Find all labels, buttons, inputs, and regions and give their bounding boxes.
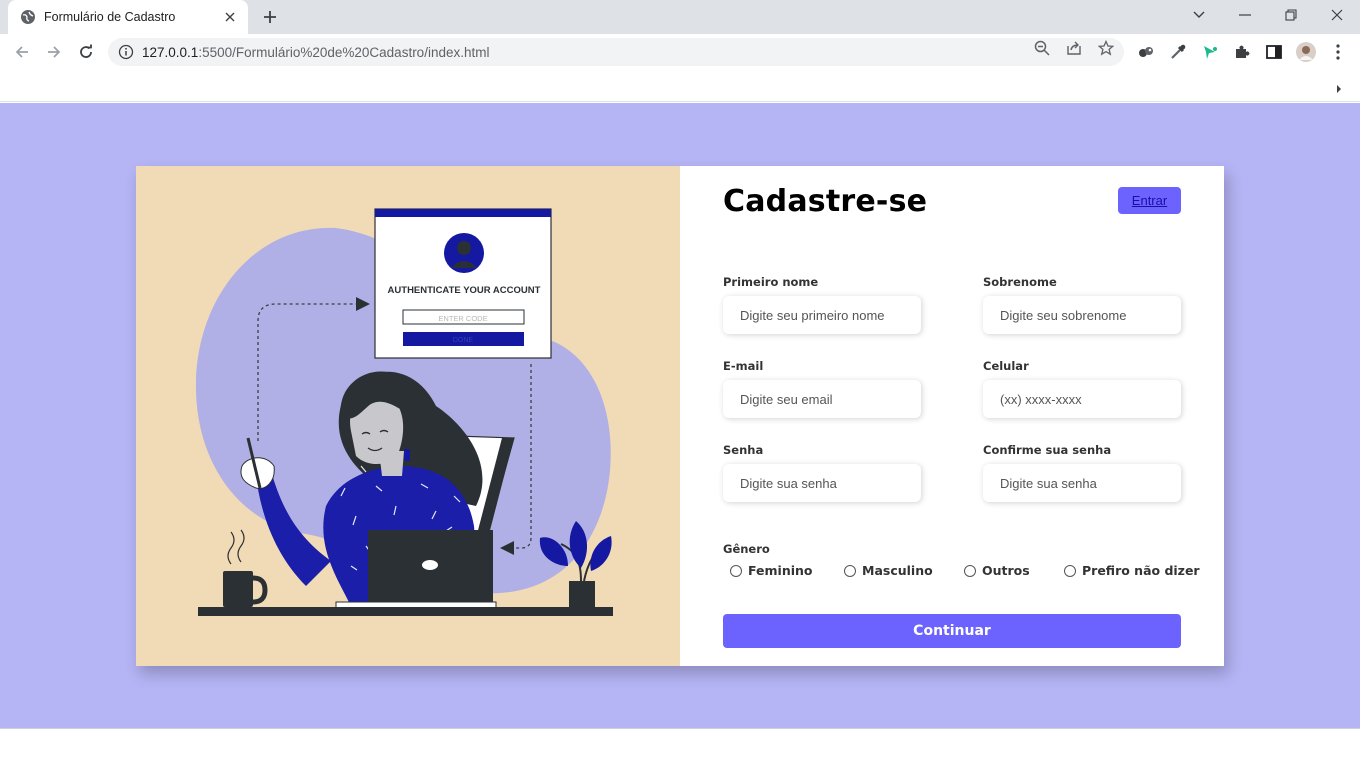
radio-circle[interactable] xyxy=(844,564,856,577)
zoom-icon[interactable] xyxy=(1034,40,1050,56)
login-button[interactable]: Entrar xyxy=(1118,187,1181,214)
back-icon[interactable] xyxy=(8,38,36,66)
eyedropper-icon[interactable] xyxy=(1168,42,1188,62)
tab-search-icon[interactable] xyxy=(1176,0,1222,30)
last-name-group: Sobrenome xyxy=(983,275,1181,334)
profile-avatar[interactable] xyxy=(1296,42,1316,62)
auth-done-text: DONE xyxy=(453,337,474,344)
gender-option-prefiro-nao-dizer[interactable]: Prefiro não dizer xyxy=(1064,563,1200,578)
email-input[interactable] xyxy=(723,380,921,418)
browser-toolbar: 127.0.0.1:5500/Formulário%20de%20Cadastr… xyxy=(0,34,1360,70)
browser-tab[interactable]: Formulário de Cadastro xyxy=(8,0,248,34)
bottom-panel xyxy=(0,728,1360,768)
authentication-illustration: AUTHENTICATE YOUR ACCOUNT ENTER CODE DON… xyxy=(195,208,613,616)
first-name-input[interactable] xyxy=(723,296,921,334)
email-group: E-mail xyxy=(723,359,921,418)
login-link[interactable]: Entrar xyxy=(1132,193,1167,208)
phone-label: Celular xyxy=(983,359,1029,373)
continue-button[interactable]: Continuar xyxy=(723,614,1181,648)
signup-card: AUTHENTICATE YOUR ACCOUNT ENTER CODE DON… xyxy=(136,166,1224,666)
side-panel-icon[interactable] xyxy=(1264,42,1284,62)
last-name-label: Sobrenome xyxy=(983,275,1057,289)
auth-heading: AUTHENTICATE YOUR ACCOUNT xyxy=(388,285,541,296)
bookmarks-bar xyxy=(0,70,1360,102)
confirm-password-label: Confirme sua senha xyxy=(983,443,1112,457)
browser-menu-icon[interactable] xyxy=(1328,42,1348,62)
gender-option-masculino[interactable]: Masculino xyxy=(844,563,933,578)
globe-icon xyxy=(20,9,36,25)
url-text: 127.0.0.1:5500/Formulário%20de%20Cadastr… xyxy=(142,45,1124,60)
bookmark-star-icon[interactable] xyxy=(1098,40,1114,56)
gender-label-prefiro-nao-dizer: Prefiro não dizer xyxy=(1082,563,1200,578)
phone-input[interactable] xyxy=(983,380,1181,418)
gender-label-outros: Outros xyxy=(982,563,1030,578)
email-label: E-mail xyxy=(723,359,764,373)
continue-button-label: Continuar xyxy=(913,623,991,639)
tab-title: Formulário de Cadastro xyxy=(44,10,176,24)
phone-group: Celular xyxy=(983,359,1181,418)
url-path: :5500/Formulário%20de%20Cadastro/index.h… xyxy=(198,44,490,60)
close-window-icon[interactable] xyxy=(1314,0,1360,30)
confirm-password-group: Confirme sua senha xyxy=(983,443,1181,502)
gender-option-outros[interactable]: Outros xyxy=(964,563,1030,578)
password-group: Senha xyxy=(723,443,921,502)
password-input[interactable] xyxy=(723,464,921,502)
url-host: 127.0.0.1 xyxy=(142,44,199,60)
signup-form: Cadastre-se Entrar Primeiro nome Sobreno… xyxy=(680,166,1224,666)
address-bar[interactable]: 127.0.0.1:5500/Formulário%20de%20Cadastr… xyxy=(108,38,1124,66)
reload-icon[interactable] xyxy=(72,38,100,66)
browser-tab-strip: Formulário de Cadastro xyxy=(0,0,1360,34)
extension-glasses-icon[interactable] xyxy=(1136,42,1156,62)
gender-option-feminino[interactable]: Feminino xyxy=(730,563,813,578)
radio-circle[interactable] xyxy=(730,564,742,577)
first-name-group: Primeiro nome xyxy=(723,275,921,334)
form-title: Cadastre-se xyxy=(723,184,928,219)
auth-code-placeholder: ENTER CODE xyxy=(438,314,487,323)
radio-circle[interactable] xyxy=(1064,564,1076,577)
restore-icon[interactable] xyxy=(1268,0,1314,30)
close-tab-icon[interactable] xyxy=(222,9,238,25)
new-tab-icon[interactable] xyxy=(258,5,282,29)
confirm-password-input[interactable] xyxy=(983,464,1181,502)
forward-icon[interactable] xyxy=(40,38,68,66)
password-label: Senha xyxy=(723,443,764,457)
gender-label-feminino: Feminino xyxy=(748,563,813,578)
extensions-puzzle-icon[interactable] xyxy=(1232,42,1252,62)
bookmarks-overflow-icon[interactable] xyxy=(1336,80,1342,98)
page-background: AUTHENTICATE YOUR ACCOUNT ENTER CODE DON… xyxy=(0,103,1360,728)
bird-extension-icon[interactable] xyxy=(1200,42,1220,62)
share-icon[interactable] xyxy=(1066,40,1082,56)
illustration-panel: AUTHENTICATE YOUR ACCOUNT ENTER CODE DON… xyxy=(136,166,680,666)
gender-title: Gênero xyxy=(723,542,770,556)
minimize-icon[interactable] xyxy=(1222,0,1268,30)
site-info-icon[interactable] xyxy=(118,44,134,60)
last-name-input[interactable] xyxy=(983,296,1181,334)
gender-label-masculino: Masculino xyxy=(862,563,933,578)
radio-circle[interactable] xyxy=(964,564,976,577)
first-name-label: Primeiro nome xyxy=(723,275,819,289)
